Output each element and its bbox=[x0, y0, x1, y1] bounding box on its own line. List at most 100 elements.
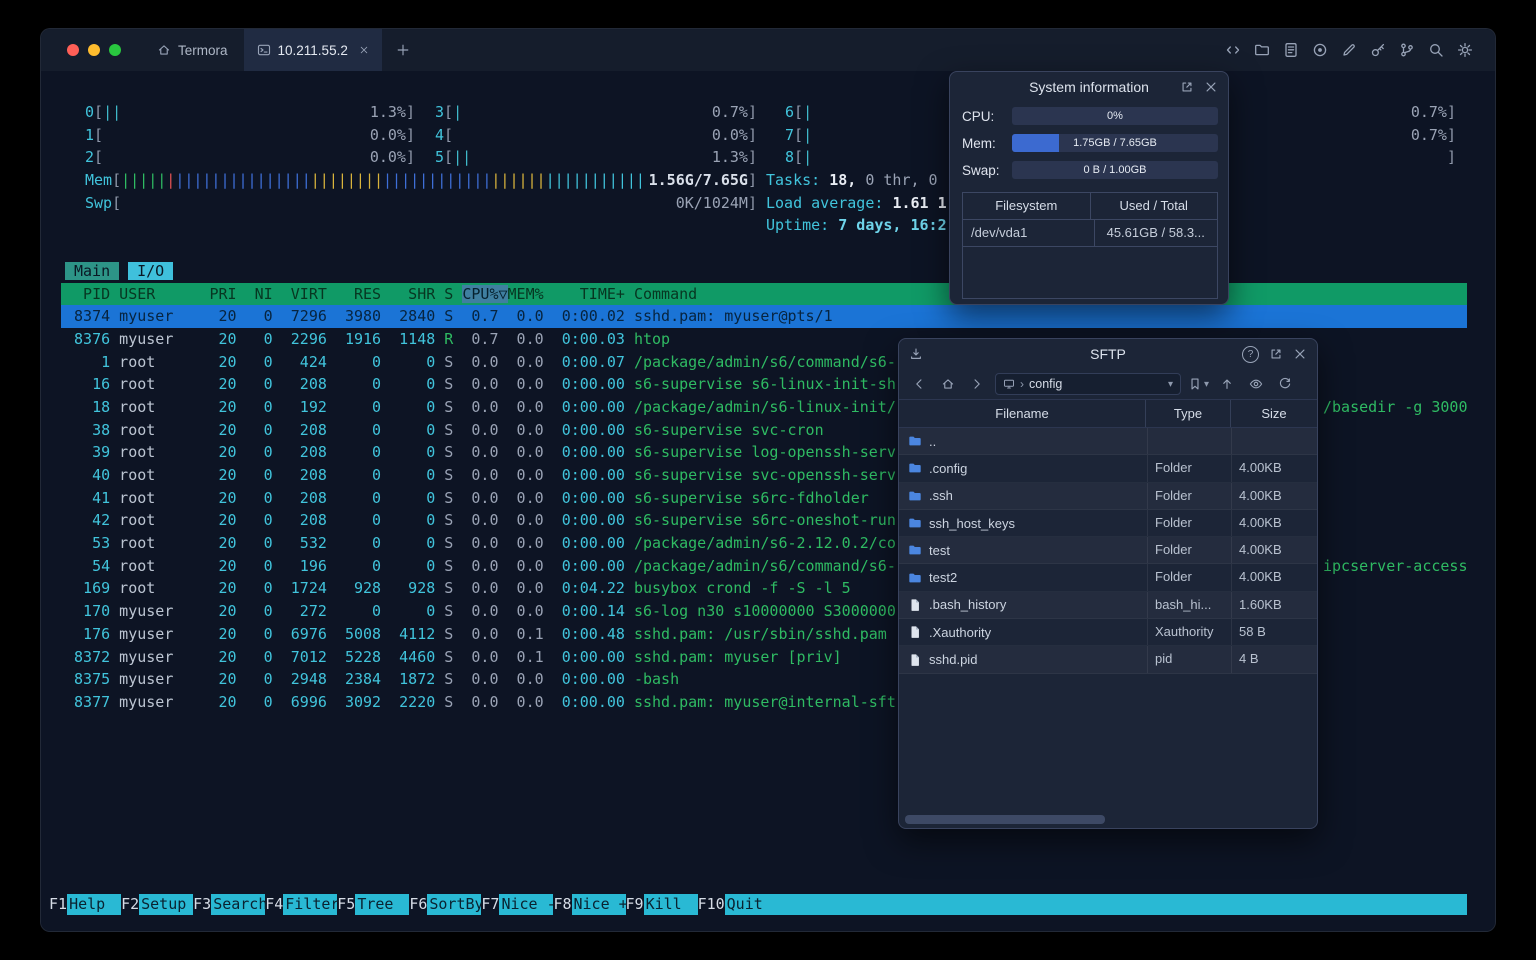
sort-column-cpu[interactable]: CPU%▽ bbox=[462, 284, 508, 303]
swap-label: Swap: bbox=[962, 162, 1000, 178]
htop-tab-io[interactable]: I/O bbox=[128, 261, 174, 280]
scrollbar-thumb[interactable] bbox=[905, 815, 1105, 824]
record-icon[interactable] bbox=[1312, 42, 1328, 58]
file-size: 4.00KB bbox=[1231, 537, 1317, 564]
close-icon[interactable] bbox=[1293, 347, 1307, 361]
search-icon[interactable] bbox=[1428, 42, 1444, 58]
cpu-meter-0: 0[|| 1.3%] bbox=[85, 103, 415, 121]
zoom-window-button[interactable] bbox=[109, 44, 121, 56]
minimize-window-button[interactable] bbox=[88, 44, 100, 56]
file-name: .ssh bbox=[929, 488, 953, 504]
cpu-meter-3: 3[| 0.7%] bbox=[435, 103, 757, 121]
settings-gear-icon[interactable] bbox=[1457, 42, 1473, 58]
tab-session[interactable]: 10.211.55.2 bbox=[243, 29, 382, 71]
cpu-usage-row: CPU: 0% bbox=[950, 102, 1228, 129]
close-icon[interactable] bbox=[1204, 80, 1218, 94]
column-type[interactable]: Type bbox=[1145, 400, 1230, 427]
session-tab-label: 10.211.55.2 bbox=[277, 42, 348, 58]
fkey-f3[interactable]: F3 bbox=[193, 894, 211, 915]
fkey-f2[interactable]: F2 bbox=[121, 894, 139, 915]
cpu-meter-5: 5[|| 1.3%] bbox=[435, 148, 757, 167]
new-tab-button[interactable] bbox=[382, 29, 424, 71]
fkey-label-quit[interactable]: Quit bbox=[724, 894, 779, 915]
fkey-label-kill[interactable]: Kill bbox=[643, 894, 698, 915]
fkey-label-nice[interactable]: Nice + bbox=[571, 894, 628, 915]
file-row-ssh_host_keys[interactable]: ssh_host_keys Folder 4.00KB bbox=[899, 509, 1317, 538]
caret-down-icon[interactable]: ▾ bbox=[1168, 379, 1173, 390]
file-type: Xauthority bbox=[1147, 619, 1231, 646]
fkey-f6[interactable]: F6 bbox=[409, 894, 427, 915]
open-in-window-icon[interactable] bbox=[1269, 347, 1283, 361]
help-icon[interactable]: ? bbox=[1242, 345, 1259, 363]
htop-tab-main[interactable]: Main bbox=[65, 261, 120, 280]
fkey-label-filter[interactable]: Filter bbox=[283, 894, 339, 915]
file-name: ssh_host_keys bbox=[929, 515, 1015, 531]
process-row-8374[interactable]: 8374 myuser 20 0 7296 3980 2840 S 0.7 0.… bbox=[41, 305, 1495, 328]
column-filename[interactable]: Filename bbox=[899, 400, 1145, 427]
command-overflow: ipcserver-access bbox=[1323, 556, 1468, 575]
git-branch-icon[interactable] bbox=[1399, 42, 1415, 58]
fkey-f1[interactable]: F1 bbox=[49, 894, 67, 915]
file-icon bbox=[911, 653, 920, 666]
bookmark-button[interactable]: ▾ bbox=[1188, 377, 1209, 391]
file-row-test[interactable]: test Folder 4.00KB bbox=[899, 537, 1317, 565]
file-icon bbox=[911, 626, 920, 639]
file-row-.ssh[interactable]: .ssh Folder 4.00KB bbox=[899, 482, 1317, 510]
fkey-label-tree[interactable]: Tree bbox=[355, 894, 410, 915]
file-name: .Xauthority bbox=[929, 624, 992, 640]
pencil-icon[interactable] bbox=[1341, 42, 1357, 58]
key-icon[interactable] bbox=[1370, 42, 1386, 58]
folder-icon bbox=[909, 491, 921, 501]
arrow-right-icon bbox=[974, 379, 980, 389]
titlebar: Termora 10.211.55.2 bbox=[41, 29, 1495, 71]
file-name: test2 bbox=[929, 570, 958, 586]
close-tab-icon[interactable] bbox=[359, 45, 369, 55]
file-list-icon[interactable] bbox=[1283, 42, 1299, 58]
path-breadcrumb[interactable]: › config ▾ bbox=[995, 373, 1181, 395]
download-icon[interactable] bbox=[909, 347, 923, 361]
forward-button[interactable] bbox=[966, 373, 988, 395]
refresh-button[interactable] bbox=[1274, 373, 1296, 395]
fkey-f8[interactable]: F8 bbox=[553, 894, 571, 915]
file-size: 4 B bbox=[1231, 646, 1317, 673]
fkey-label-setup[interactable]: Setup bbox=[139, 894, 194, 915]
close-window-button[interactable] bbox=[67, 44, 79, 56]
file-row-..[interactable]: .. bbox=[899, 428, 1317, 456]
column-size[interactable]: Size bbox=[1230, 400, 1317, 427]
file-name: .bash_history bbox=[929, 597, 1007, 613]
cpu-meter-4: 4[0.0%] bbox=[435, 125, 757, 144]
file-row-.config[interactable]: .config Folder 4.00KB bbox=[899, 455, 1317, 483]
file-type: bash_hi... bbox=[1147, 591, 1231, 619]
back-button[interactable] bbox=[908, 373, 930, 395]
code-icon[interactable] bbox=[1225, 42, 1241, 58]
open-in-window-icon[interactable] bbox=[1180, 80, 1194, 94]
sftp-file-list: .. .config Folder 4.00KB .ssh Folder 4.00KB ssh… bbox=[899, 428, 1317, 828]
fkey-label-sortby[interactable]: SortBy bbox=[427, 894, 484, 915]
file-row-test2[interactable]: test2 Folder 4.00KB bbox=[899, 564, 1317, 592]
file-row-.bash_history[interactable]: .bash_history bash_hi... 1.60KB bbox=[899, 591, 1317, 620]
file-row-sshd.pid[interactable]: sshd.pid pid 4 B bbox=[899, 646, 1317, 674]
fkey-f5[interactable]: F5 bbox=[337, 894, 355, 915]
tasks-summary: Tasks: 18, 0 thr, 0 bbox=[766, 171, 938, 190]
cpu-usage-bar: 0% bbox=[1012, 107, 1218, 125]
horizontal-scrollbar[interactable] bbox=[903, 815, 1313, 824]
fkey-label-help[interactable]: Help bbox=[67, 894, 122, 915]
file-row-.Xauthority[interactable]: .Xauthority Xauthority 58 B bbox=[899, 619, 1317, 647]
system-information-title: System information bbox=[1029, 79, 1149, 95]
tab-termora-home[interactable]: Termora bbox=[141, 29, 244, 71]
fkey-f10[interactable]: F10 bbox=[698, 894, 725, 915]
desktop: Termora 10.211.55.2 0 [|| 1.3%] 3 [| … bbox=[0, 0, 1536, 960]
load-average: Load average: 1.61 1 bbox=[766, 193, 947, 212]
parent-directory-button[interactable] bbox=[1216, 373, 1238, 395]
show-hidden-files-button[interactable] bbox=[1245, 373, 1267, 395]
fkey-f4[interactable]: F4 bbox=[265, 894, 283, 915]
fkey-f7[interactable]: F7 bbox=[481, 894, 499, 915]
home-button[interactable] bbox=[937, 373, 959, 395]
system-information-panel: System information CPU: 0% Mem: 1.75GB /… bbox=[949, 71, 1229, 305]
eye-icon bbox=[1249, 379, 1263, 389]
fkey-label-nice[interactable]: Nice - bbox=[499, 894, 556, 915]
folder-icon[interactable] bbox=[1254, 42, 1270, 58]
fkey-label-search[interactable]: Search bbox=[211, 894, 267, 915]
fkey-f9[interactable]: F9 bbox=[626, 894, 644, 915]
memory-meter: Mem[||||||||||||||||||||||||||||||||||||… bbox=[85, 171, 757, 190]
